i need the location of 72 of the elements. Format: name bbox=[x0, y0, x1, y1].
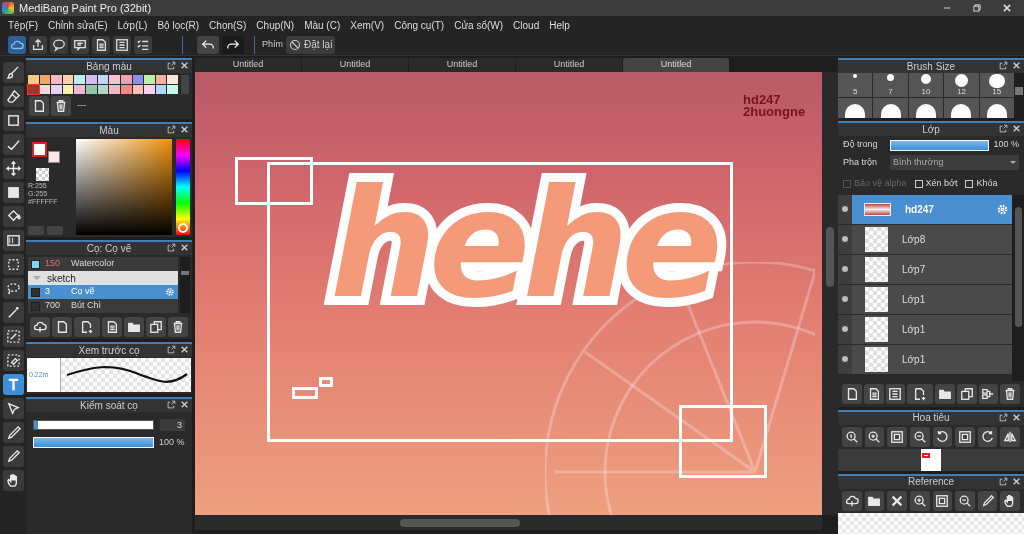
layer-row[interactable]: Lớp8 bbox=[838, 224, 1012, 254]
layer-row[interactable]: Lớp1 bbox=[838, 314, 1012, 344]
blend-mode-dropdown[interactable]: Bình thường bbox=[890, 155, 1019, 170]
panel-title: Cọ: Cọ vẽ bbox=[86, 243, 132, 254]
brush-size-label: 12 bbox=[956, 88, 966, 96]
shortcut-label: Phím bbox=[262, 37, 283, 51]
brush-row[interactable]: 150 Watercolor bbox=[28, 257, 178, 271]
document-tab[interactable]: Untitled bbox=[195, 58, 301, 72]
layer-row[interactable]: Lớp1 bbox=[838, 344, 1012, 374]
brush-size-cell[interactable]: 15 bbox=[979, 73, 1014, 97]
menu-item[interactable]: Cửa sổ(W) bbox=[449, 17, 509, 33]
panel-title: Màu bbox=[99, 125, 119, 136]
brush-size: 700 bbox=[45, 299, 62, 313]
menu-item[interactable]: Help bbox=[544, 17, 575, 33]
layer-name: Lớp8 bbox=[902, 232, 926, 247]
brush-size-label: 5 bbox=[852, 88, 858, 96]
brush-size-label: 7 bbox=[888, 88, 893, 96]
brush-size-cell[interactable]: 12 bbox=[944, 73, 979, 97]
document-tab[interactable]: Untitled bbox=[302, 58, 408, 72]
panel-title: Kiểm soát cọ bbox=[80, 400, 138, 411]
brush-name: Watercolor bbox=[71, 257, 115, 271]
panel-title: Xem trước cọ bbox=[78, 345, 140, 356]
size-field[interactable]: 3 bbox=[160, 419, 185, 431]
menu-item[interactable]: Cloud bbox=[508, 17, 545, 33]
brush-name: Cọ vẽ bbox=[71, 285, 95, 299]
panel-title: Lớp bbox=[922, 124, 940, 135]
layer-row[interactable]: Lớp1 bbox=[838, 284, 1012, 314]
panel-title: Reference bbox=[907, 477, 955, 487]
checkbox-label: Xén bớt bbox=[925, 177, 958, 190]
brush-size: 150 bbox=[45, 257, 62, 271]
layer-name: hd247 bbox=[905, 202, 934, 217]
brush-size-cell[interactable]: 5 bbox=[838, 73, 873, 97]
layer-row[interactable]: Lớp7 bbox=[838, 254, 1012, 284]
panel-title: Brush Size bbox=[906, 61, 956, 72]
brush-size-cell[interactable]: 7 bbox=[873, 73, 908, 97]
menu-item[interactable]: Xem(V) bbox=[345, 17, 390, 33]
document-tab[interactable]: Untitled bbox=[516, 58, 622, 72]
brush-size: 3 bbox=[45, 285, 51, 299]
brush-row[interactable]: 700 Bút Chì bbox=[28, 299, 178, 313]
palette-name: --- bbox=[77, 99, 86, 113]
menu-item[interactable]: Bộ lọc(R) bbox=[152, 17, 205, 33]
reset-button[interactable]: Đặt lại bbox=[286, 35, 336, 54]
menu-item[interactable]: Công cụ(T) bbox=[389, 17, 450, 33]
brush-size-cell[interactable]: 10 bbox=[908, 73, 944, 97]
opacity-label: Độ trong bbox=[843, 138, 879, 152]
document-tab[interactable]: Untitled bbox=[623, 58, 729, 72]
blend-mode-value: Bình thường bbox=[893, 155, 944, 169]
brush-group-row[interactable]: sketch bbox=[28, 271, 178, 285]
layer-name: Lớp1 bbox=[902, 292, 926, 307]
brush-size-label: 15 bbox=[992, 88, 1002, 96]
layer-name: Lớp1 bbox=[902, 322, 926, 337]
layer-name: Lớp7 bbox=[902, 262, 926, 277]
checkbox-label: Khóa bbox=[976, 177, 998, 190]
panel-title: Hoa tiêu bbox=[912, 413, 950, 423]
window-title: MediBang Paint Pro (32bit) bbox=[19, 0, 152, 16]
menu-item[interactable]: Chọn(S) bbox=[204, 17, 252, 33]
menu-item[interactable]: Màu (C) bbox=[299, 17, 346, 33]
panel-title: Bảng màu bbox=[86, 61, 132, 72]
menu-item[interactable]: Chỉnh sửa(E) bbox=[43, 17, 113, 33]
menu-item[interactable]: Chụp(N) bbox=[251, 17, 300, 33]
signature-text: 2huongne bbox=[743, 106, 806, 118]
document-tab[interactable]: Untitled bbox=[409, 58, 515, 72]
signature-text: hd247 bbox=[743, 94, 782, 106]
menu-item[interactable]: Tệp(F) bbox=[3, 17, 43, 33]
brush-group-name: sketch bbox=[47, 271, 76, 286]
brush-name: Bút Chì bbox=[71, 299, 101, 313]
opacity-reading: 100 % bbox=[993, 138, 1019, 152]
layer-name: Lớp1 bbox=[902, 352, 926, 367]
brush-size-label: 10 bbox=[921, 88, 931, 96]
blend-label: Pha trộn bbox=[843, 155, 879, 169]
menu-item[interactable]: Lớp(L) bbox=[112, 17, 153, 33]
opacity-reading: 100 % bbox=[159, 436, 185, 449]
